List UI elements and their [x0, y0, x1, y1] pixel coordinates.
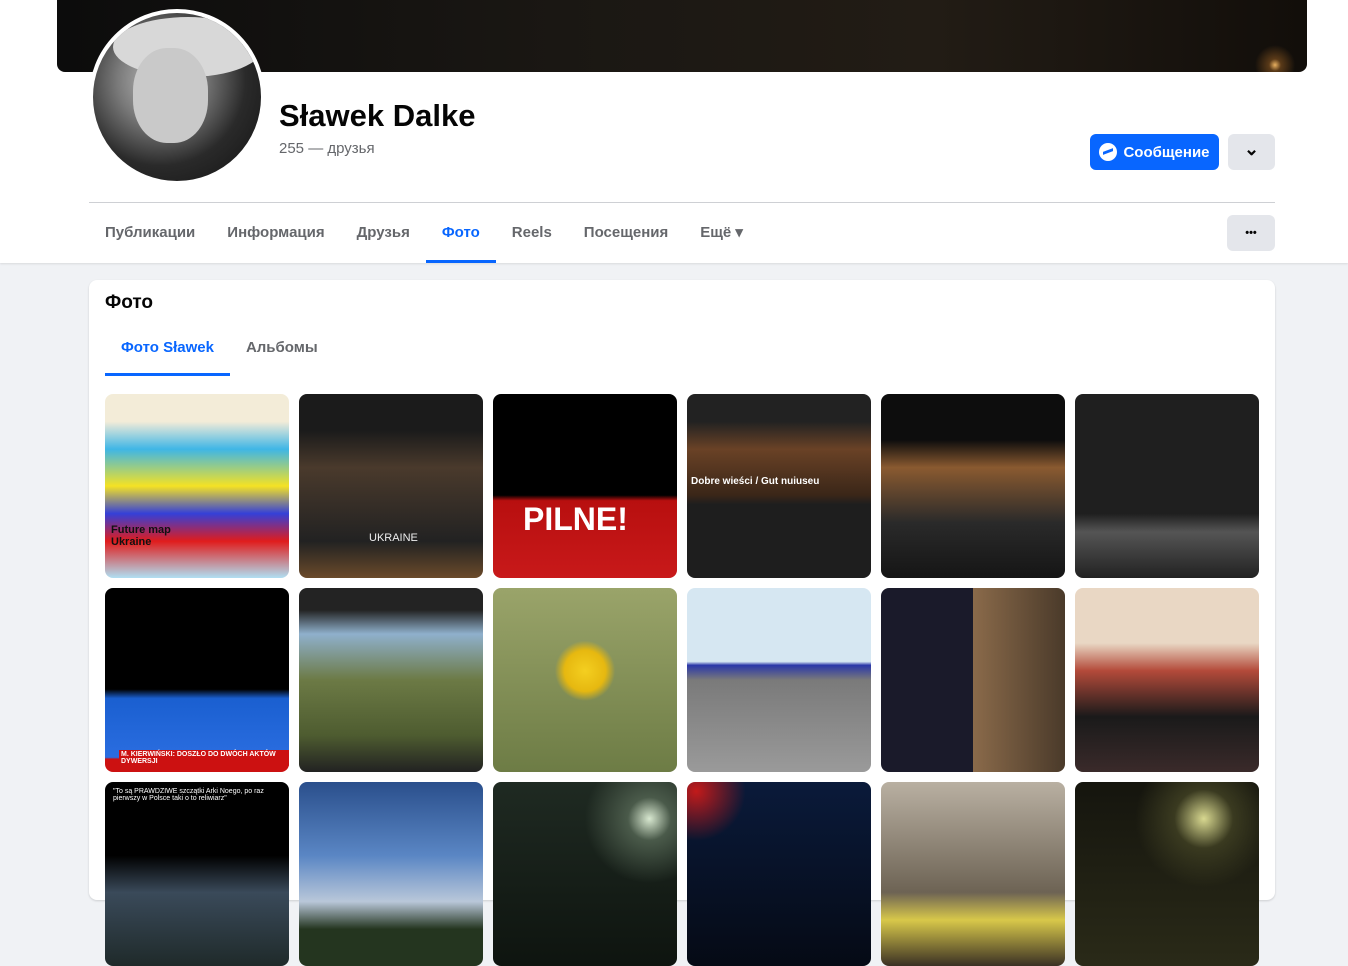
chevron-down-icon: ⌄ [1243, 138, 1260, 159]
photo-caption-text: UKRAINE [369, 532, 418, 544]
profile-tabs: Публикации Информация Друзья Фото Reels … [89, 212, 759, 263]
photo-thumbnail[interactable]: PILNE! [493, 394, 677, 578]
photos-subtabs: Фото Sławek Альбомы [105, 328, 334, 376]
message-button[interactable]: Сообщение [1090, 134, 1219, 170]
photo-thumbnail[interactable]: Future map Ukraine [105, 394, 289, 578]
tab-reels[interactable]: Reels [496, 212, 568, 263]
photo-thumbnail[interactable] [881, 782, 1065, 966]
photo-thumbnail[interactable] [299, 588, 483, 772]
photo-thumbnail[interactable] [687, 588, 871, 772]
photo-caption-text: PILNE! [523, 501, 628, 537]
photo-thumbnail[interactable] [687, 782, 871, 966]
tab-photos[interactable]: Фото [425, 212, 496, 263]
photo-grid: Future map Ukraine UKRAINE PILNE! Dobre wie… [105, 394, 1259, 966]
photo-thumbnail[interactable]: "To są PRAWDZIWE szczątki Arki Noego, po… [105, 782, 289, 966]
photo-thumbnail[interactable]: Dobre wieści / Gut nuiuseu [687, 394, 871, 578]
tab-posts[interactable]: Публикации [89, 212, 211, 263]
tab-about[interactable]: Информация [211, 212, 340, 263]
ellipsis-icon: ••• [1245, 227, 1257, 239]
photo-caption-text: Future map Ukraine [111, 524, 171, 548]
photo-caption-text: M. KIERWIŃSKI: DOSZŁO DO DWÓCH AKTÓW DYW… [119, 750, 289, 766]
profile-avatar[interactable] [89, 9, 265, 185]
tab-friends[interactable]: Друзья [341, 212, 426, 263]
photo-thumbnail[interactable] [1075, 394, 1259, 578]
subtab-albums[interactable]: Альбомы [230, 328, 334, 376]
photo-thumbnail[interactable] [881, 394, 1065, 578]
photo-thumbnail[interactable] [299, 782, 483, 966]
photos-card: Фото Фото Sławek Альбомы Future map Ukra… [89, 280, 1275, 966]
photo-thumbnail[interactable] [1075, 588, 1259, 772]
photo-thumbnail[interactable]: M. KIERWIŃSKI: DOSZŁO DO DWÓCH AKTÓW DYW… [105, 588, 289, 772]
photo-thumbnail[interactable] [493, 782, 677, 966]
photo-thumbnail[interactable] [493, 588, 677, 772]
subtab-photos-of[interactable]: Фото Sławek [105, 328, 230, 376]
profile-actions-dropdown[interactable]: ⌄ [1228, 134, 1275, 170]
tab-checkins[interactable]: Посещения [568, 212, 684, 263]
photo-caption-text: Dobre wieści / Gut nuiuseu [691, 476, 820, 487]
friends-count-link[interactable]: 255 — друзья [279, 140, 375, 157]
more-options-button[interactable]: ••• [1227, 215, 1275, 251]
divider [89, 202, 1275, 203]
photos-title: Фото [105, 292, 154, 313]
photo-thumbnail[interactable] [1075, 782, 1259, 966]
photo-caption-text: "To są PRAWDZIWE szczątki Arki Noego, po… [113, 788, 264, 802]
tab-more[interactable]: Ещё ▾ [684, 212, 759, 263]
photo-thumbnail[interactable]: UKRAINE [299, 394, 483, 578]
profile-header: Sławek Dalke 255 — друзья Сообщение ⌄ Пу… [0, 0, 1348, 263]
messenger-icon [1099, 143, 1118, 161]
profile-name: Sławek Dalke [279, 98, 476, 133]
photo-thumbnail[interactable] [881, 588, 1065, 772]
